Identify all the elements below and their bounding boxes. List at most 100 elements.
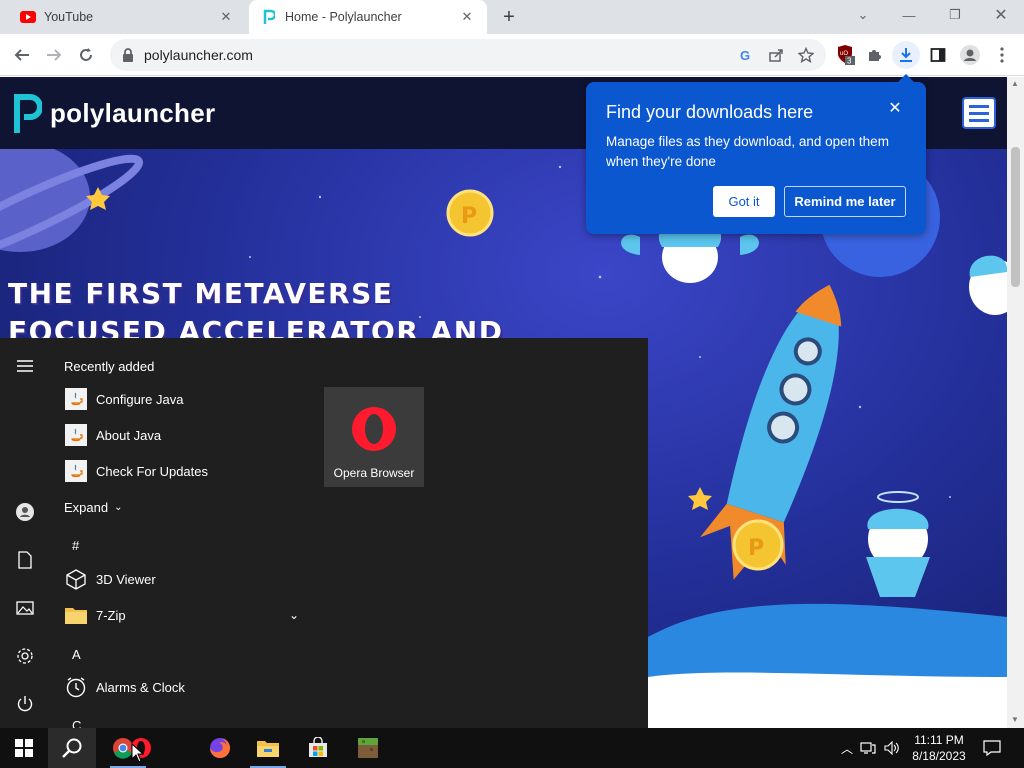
close-icon[interactable]: ✕ bbox=[886, 100, 904, 118]
share-icon[interactable] bbox=[764, 43, 788, 67]
list-item[interactable]: Configure Java bbox=[64, 385, 304, 413]
brand-name: polylauncher bbox=[50, 97, 216, 128]
lock-icon[interactable] bbox=[122, 48, 136, 62]
expand-button[interactable]: Expand ⌄ bbox=[64, 493, 304, 521]
app-label: Configure Java bbox=[96, 391, 184, 407]
restore-button[interactable]: ❐ bbox=[932, 0, 978, 30]
address-bar[interactable]: polylauncher.com G bbox=[110, 39, 826, 71]
documents-icon[interactable] bbox=[15, 550, 35, 570]
settings-gear-icon[interactable] bbox=[15, 646, 35, 666]
start-menu-rail bbox=[0, 338, 50, 728]
microsoft-store-icon[interactable] bbox=[294, 728, 342, 768]
scroll-down-arrow[interactable]: ▼ bbox=[1011, 715, 1019, 724]
clock-date: 8/18/2023 bbox=[912, 749, 966, 763]
chevron-down-icon[interactable]: ⌄ bbox=[289, 608, 299, 622]
folder-icon bbox=[64, 603, 88, 627]
power-icon[interactable] bbox=[15, 694, 35, 714]
list-item[interactable]: Alarms & Clock bbox=[64, 673, 304, 701]
system-tray: ︿ bbox=[838, 728, 904, 768]
app-label: Alarms & Clock bbox=[96, 679, 185, 695]
alarm-clock-icon bbox=[64, 675, 88, 699]
cube-3d-icon bbox=[64, 567, 88, 591]
forward-button[interactable] bbox=[40, 41, 68, 69]
reload-button[interactable] bbox=[72, 41, 100, 69]
tile-label: Opera Browser bbox=[333, 466, 415, 480]
chevron-down-icon: ⌄ bbox=[114, 501, 123, 513]
headline-line-1: THE FIRST METAVERSE bbox=[8, 277, 394, 310]
scrollbar-thumb[interactable] bbox=[1011, 147, 1020, 287]
windows-taskbar: ︿ 11:11 PM 8/18/2023 bbox=[0, 728, 1024, 768]
tab-polylauncher[interactable]: Home - Polylauncher ✕ bbox=[249, 0, 487, 34]
java-icon bbox=[64, 387, 88, 411]
bookmark-star-icon[interactable] bbox=[794, 43, 818, 67]
google-icon[interactable]: G bbox=[734, 43, 758, 67]
downloads-icon[interactable] bbox=[892, 41, 920, 69]
new-tab-button[interactable]: + bbox=[498, 6, 520, 28]
volume-icon[interactable] bbox=[880, 741, 904, 755]
chrome-menu-icon[interactable] bbox=[988, 41, 1016, 69]
site-logo[interactable]: polylauncher bbox=[12, 91, 215, 135]
close-window-button[interactable]: ✕ bbox=[978, 0, 1024, 30]
mouse-cursor-icon bbox=[131, 743, 145, 763]
svg-text:P: P bbox=[461, 204, 477, 229]
java-icon bbox=[64, 459, 88, 483]
close-tab-icon[interactable]: ✕ bbox=[459, 9, 475, 25]
got-it-button[interactable]: Got it bbox=[713, 186, 775, 217]
minimize-button[interactable]: — bbox=[886, 0, 932, 30]
recently-added-heading: Recently added bbox=[64, 359, 155, 374]
ublock-extension-icon[interactable]: uO 3 bbox=[832, 41, 860, 69]
network-icon[interactable] bbox=[856, 741, 880, 755]
extensions-puzzle-icon[interactable] bbox=[860, 41, 888, 69]
tab-youtube[interactable]: YouTube ✕ bbox=[8, 0, 246, 34]
downloads-promo-bubble: Find your downloads here ✕ Manage files … bbox=[586, 74, 926, 234]
page-scrollbar[interactable]: ▲ ▼ bbox=[1007, 77, 1024, 728]
polylauncher-icon bbox=[261, 9, 277, 25]
bubble-title: Find your downloads here bbox=[606, 102, 814, 122]
opera-icon bbox=[352, 407, 396, 451]
opera-browser-tile[interactable]: Opera Browser bbox=[324, 387, 424, 487]
user-account-icon[interactable] bbox=[15, 502, 35, 522]
tab-title: Home - Polylauncher bbox=[285, 10, 402, 24]
side-panel-icon[interactable] bbox=[924, 41, 952, 69]
profile-avatar-icon[interactable] bbox=[956, 41, 984, 69]
close-tab-icon[interactable]: ✕ bbox=[218, 9, 234, 25]
taskbar-clock[interactable]: 11:11 PM 8/18/2023 bbox=[906, 732, 972, 764]
section-header-c[interactable]: C bbox=[72, 718, 81, 728]
extension-badge: 3 bbox=[847, 57, 852, 66]
polylauncher-logo-icon bbox=[14, 94, 42, 133]
tab-search-icon[interactable]: ⌄ bbox=[840, 0, 886, 30]
section-header-hash[interactable]: # bbox=[72, 538, 79, 553]
youtube-icon bbox=[20, 9, 36, 25]
section-header-a[interactable]: A bbox=[72, 647, 81, 662]
scroll-up-arrow[interactable]: ▲ bbox=[1011, 79, 1019, 88]
app-label: Check For Updates bbox=[96, 463, 208, 479]
svg-text:P: P bbox=[748, 536, 764, 561]
list-item[interactable]: 7-Zip ⌄ bbox=[64, 601, 304, 629]
list-item[interactable]: About Java bbox=[64, 421, 304, 449]
list-item[interactable]: 3D Viewer bbox=[64, 565, 304, 593]
site-menu-button[interactable] bbox=[962, 97, 996, 129]
tab-strip: YouTube ✕ Home - Polylauncher ✕ + ⌄ — ❐ … bbox=[0, 0, 1024, 34]
firefox-icon[interactable] bbox=[196, 728, 244, 768]
remind-later-button[interactable]: Remind me later bbox=[784, 186, 906, 217]
pictures-icon[interactable] bbox=[15, 598, 35, 618]
hamburger-menu-icon[interactable] bbox=[15, 356, 35, 376]
back-button[interactable] bbox=[8, 41, 36, 69]
start-menu-app-list: Recently added Configure Java About Java… bbox=[50, 338, 310, 728]
expand-label: Expand bbox=[64, 499, 109, 515]
app-label: About Java bbox=[96, 427, 162, 443]
app-label: 3D Viewer bbox=[96, 571, 156, 587]
windows-start-menu: Recently added Configure Java About Java… bbox=[0, 338, 648, 728]
minecraft-icon[interactable] bbox=[344, 728, 392, 768]
java-icon bbox=[64, 423, 88, 447]
start-button[interactable] bbox=[0, 728, 48, 768]
svg-text:G: G bbox=[740, 48, 750, 62]
url-text[interactable]: polylauncher.com bbox=[144, 47, 253, 63]
file-explorer-icon[interactable] bbox=[244, 728, 292, 768]
action-center-icon[interactable] bbox=[972, 728, 1012, 768]
tab-title: YouTube bbox=[44, 10, 94, 24]
list-item[interactable]: Check For Updates bbox=[64, 457, 304, 485]
search-button[interactable] bbox=[48, 728, 96, 768]
browser-toolbar: polylauncher.com G uO 3 bbox=[0, 34, 1024, 76]
show-hidden-icons-chevron-icon[interactable]: ︿ bbox=[838, 740, 856, 757]
